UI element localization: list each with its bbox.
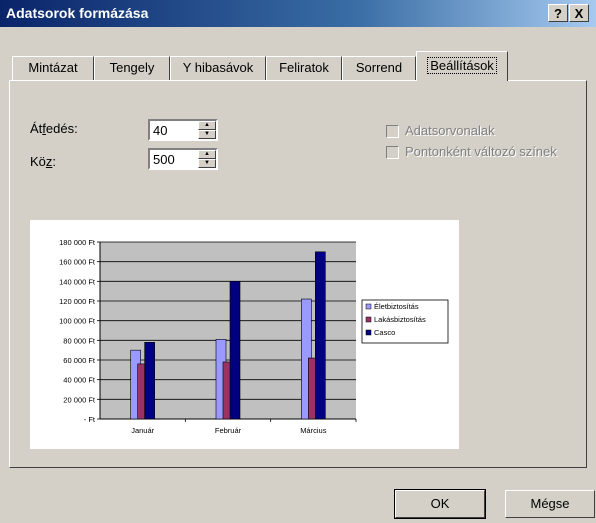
vary-colors-checkbox[interactable] xyxy=(386,146,399,159)
tab-feliratok[interactable]: Feliratok xyxy=(266,56,342,80)
chart-preview: - Ft 20 000 Ft 40 000 Ft 60 000 Ft 80 000 Ft… xyxy=(30,220,459,449)
overlap-spinner[interactable]: 40 ▲ ▼ xyxy=(148,119,218,141)
y-tick-label: 80 000 Ft xyxy=(63,336,96,345)
y-tick-label: 120 000 Ft xyxy=(59,297,96,306)
help-button[interactable]: ? xyxy=(548,4,568,22)
tab-beallitasok[interactable]: Beállítások xyxy=(416,51,508,81)
spin-down-icon[interactable]: ▼ xyxy=(198,130,216,139)
y-tick-label: - Ft xyxy=(84,415,96,424)
spin-up-icon[interactable]: ▲ xyxy=(198,121,216,130)
y-tick-label: 140 000 Ft xyxy=(59,277,96,286)
vary-colors-label: Pontonként változó színek xyxy=(405,144,557,159)
spin-up-icon[interactable]: ▲ xyxy=(198,150,216,159)
tab-sorrend[interactable]: Sorrend xyxy=(342,56,416,80)
overlap-value[interactable]: 40 xyxy=(153,123,167,138)
series-lines-label: Adatsorvonalak xyxy=(405,123,495,138)
x-tick-label: Február xyxy=(215,426,242,435)
legend-swatch xyxy=(365,303,372,310)
legend-swatch xyxy=(365,329,372,336)
gap-value[interactable]: 500 xyxy=(153,152,175,167)
title-bar: Adatsorok formázása ? X xyxy=(0,0,596,27)
cancel-button[interactable]: Mégse xyxy=(505,490,595,518)
y-tick-label: 20 000 Ft xyxy=(63,395,96,404)
overlap-label: Átfedés: xyxy=(30,121,78,136)
x-tick-label: Január xyxy=(131,426,154,435)
legend-label: Lakásbiztosítás xyxy=(374,315,426,324)
tab-tengely[interactable]: Tengely xyxy=(94,56,170,80)
legend-label: Életbiztosítás xyxy=(374,302,419,311)
x-tick-label: Március xyxy=(300,426,327,435)
ok-button[interactable]: OK xyxy=(394,489,486,519)
bar xyxy=(144,342,155,420)
dialog-title: Adatsorok formázása xyxy=(6,5,149,21)
y-tick-label: 60 000 Ft xyxy=(63,356,96,365)
spin-down-icon[interactable]: ▼ xyxy=(198,159,216,168)
gap-label: Köz: xyxy=(30,154,57,169)
tab-mintazat[interactable]: Mintázat xyxy=(12,56,94,80)
close-button[interactable]: X xyxy=(569,4,589,22)
y-tick-label: 180 000 Ft xyxy=(59,238,96,247)
bar xyxy=(315,251,326,420)
series-lines-checkbox[interactable] xyxy=(386,125,399,138)
preview-chart: - Ft 20 000 Ft 40 000 Ft 60 000 Ft 80 000 Ft… xyxy=(59,238,449,435)
legend-swatch xyxy=(365,316,372,323)
tab-y-hibasavok[interactable]: Y hibasávok xyxy=(170,56,266,80)
gap-spinner[interactable]: 500 ▲ ▼ xyxy=(148,148,218,170)
legend-label: Casco xyxy=(374,328,395,337)
y-tick-label: 40 000 Ft xyxy=(63,376,96,385)
y-tick-label: 160 000 Ft xyxy=(59,258,96,267)
bar xyxy=(229,281,241,420)
y-tick-label: 100 000 Ft xyxy=(59,317,96,326)
